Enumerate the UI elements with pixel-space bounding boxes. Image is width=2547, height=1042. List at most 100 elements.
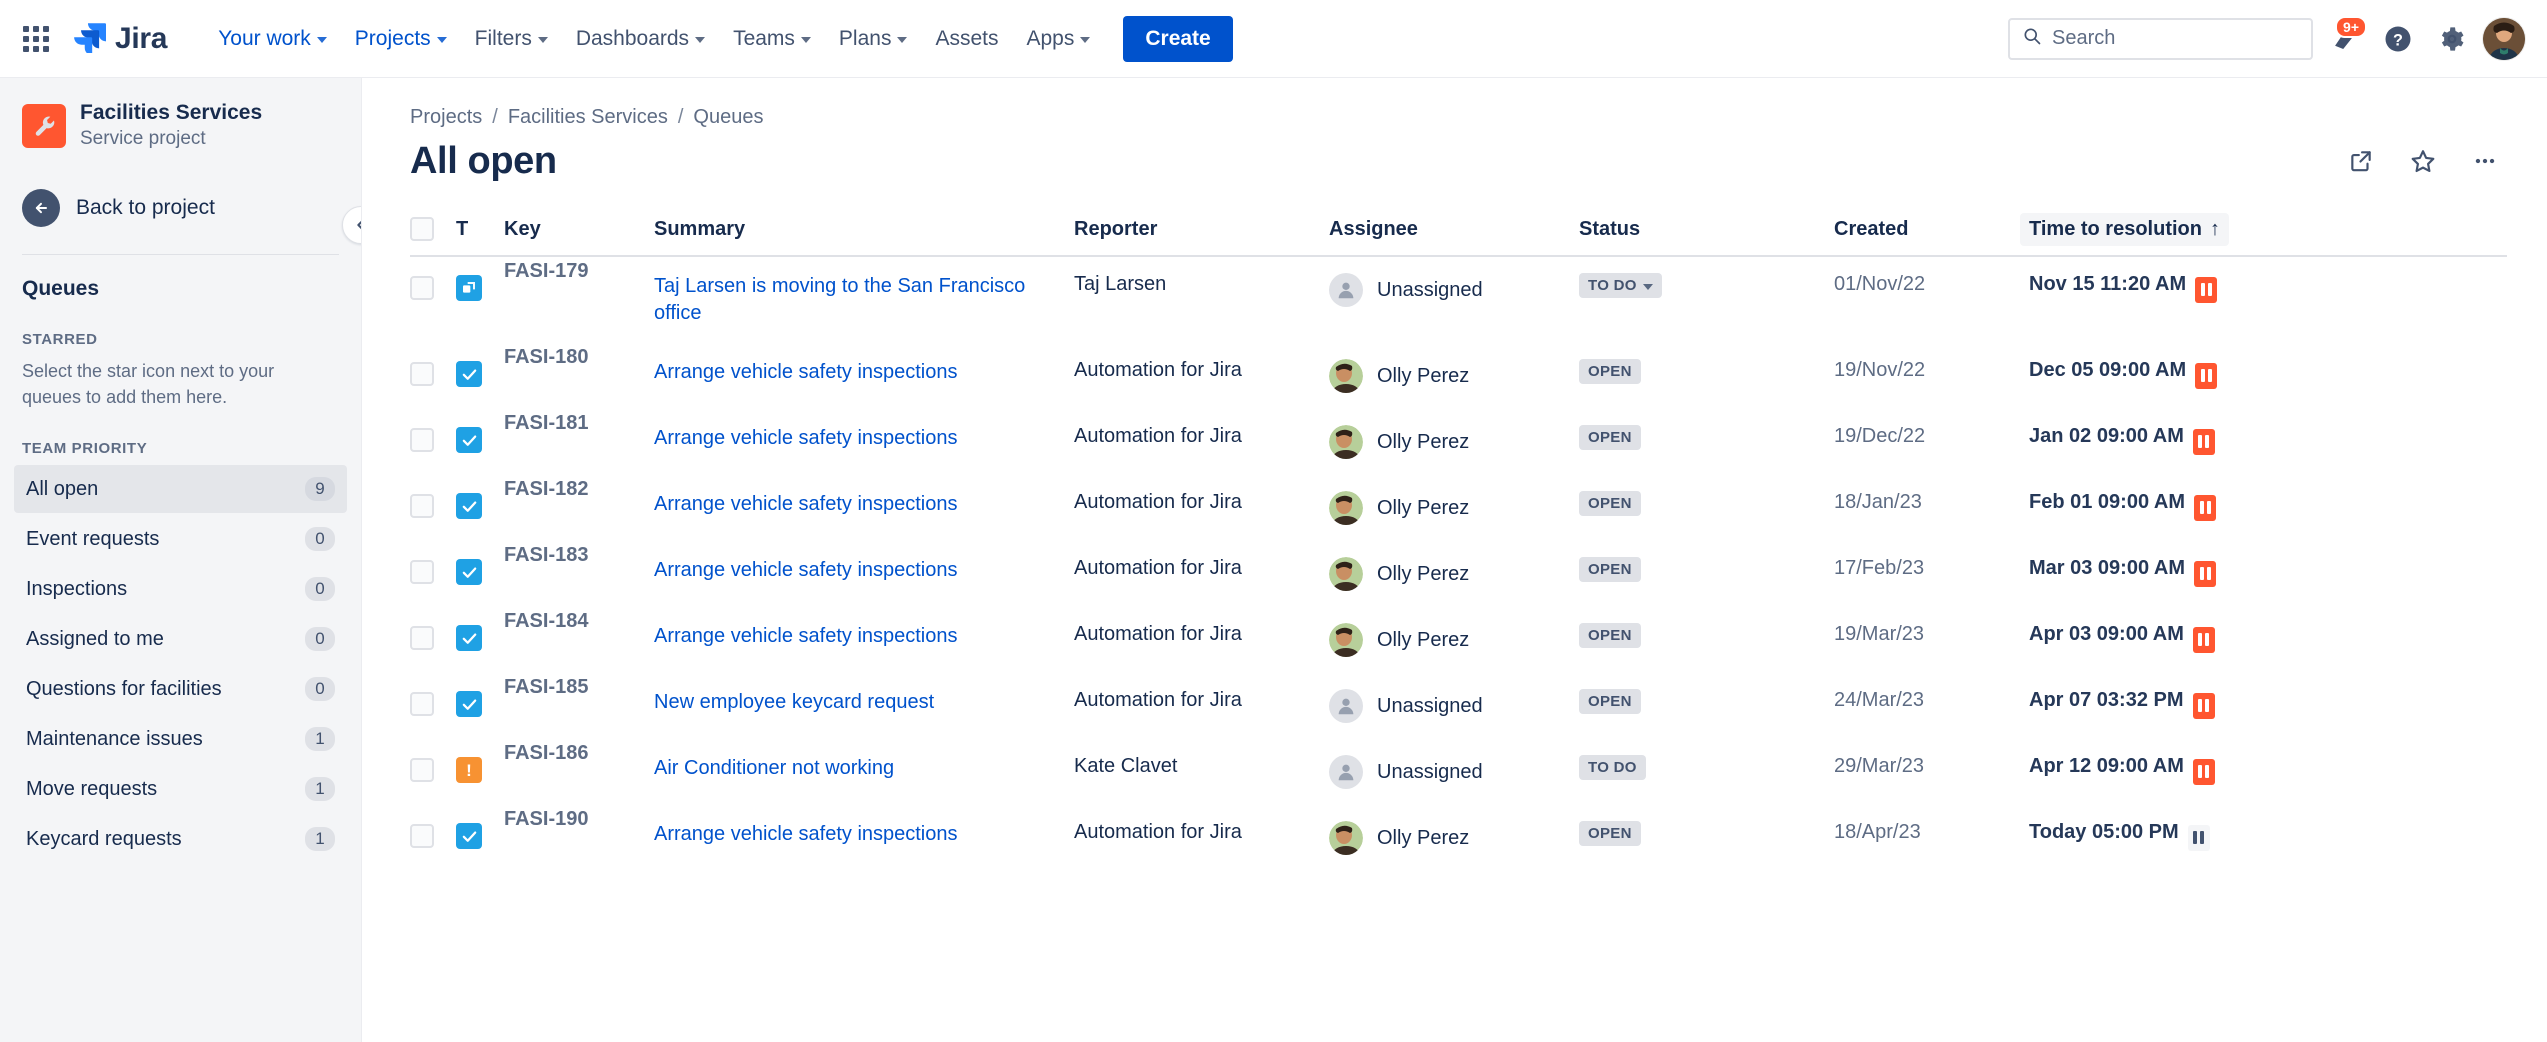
settings-button[interactable] [2429,16,2475,62]
row-status-cell: OPEN [1579,541,1834,607]
row-checkbox[interactable] [410,276,434,300]
column-header-assignee[interactable]: Assignee [1329,217,1579,256]
column-header-created[interactable]: Created [1834,217,2029,256]
row-checkbox[interactable] [410,692,434,716]
more-options-icon[interactable] [2463,139,2507,183]
row-created: 24/Mar/23 [1834,673,2029,739]
sidebar-item-questions-for-facilities[interactable]: Questions for facilities 0 [14,665,347,713]
status-badge[interactable]: OPEN [1579,557,1641,582]
sidebar-item-all-open[interactable]: All open 9 [14,465,347,513]
search-input[interactable] [2052,27,2299,50]
nav-item-projects[interactable]: Projects [342,19,460,59]
column-header-summary[interactable]: Summary [654,217,1074,256]
row-summary-link[interactable]: Arrange vehicle safety inspections [654,425,958,452]
column-header-status[interactable]: Status [1579,217,1834,256]
row-key[interactable]: FASI-186 [504,739,654,805]
row-key[interactable]: FASI-182 [504,475,654,541]
row-summary-link[interactable]: New employee keycard request [654,689,934,716]
row-key[interactable]: FASI-185 [504,673,654,739]
nav-item-plans[interactable]: Plans [826,19,921,59]
table-row[interactable]: FASI-183 Arrange vehicle safety inspecti… [410,541,2507,607]
status-badge[interactable]: OPEN [1579,821,1641,846]
main-content: Projects / Facilities Services / Queues … [362,78,2547,1042]
jira-logo-home-link[interactable]: Jira [72,19,167,58]
row-summary-link[interactable]: Arrange vehicle safety inspections [654,557,958,584]
row-summary-link[interactable]: Taj Larsen is moving to the San Francisc… [654,273,1074,327]
row-key[interactable]: FASI-183 [504,541,654,607]
status-badge[interactable]: OPEN [1579,359,1641,384]
row-summary-link[interactable]: Arrange vehicle safety inspections [654,359,958,386]
column-header-reporter[interactable]: Reporter [1074,217,1329,256]
status-label: TO DO [1588,759,1637,776]
table-row[interactable]: ! FASI-186 Air Conditioner not working K… [410,739,2507,805]
row-checkbox[interactable] [410,428,434,452]
search-box[interactable] [2008,18,2313,60]
table-row[interactable]: FASI-181 Arrange vehicle safety inspecti… [410,409,2507,475]
row-key[interactable]: FASI-190 [504,805,654,871]
row-assignee-name: Olly Perez [1377,629,1469,652]
queue-count: 1 [305,727,335,751]
breadcrumb-queues[interactable]: Queues [693,106,763,129]
status-badge[interactable]: OPEN [1579,623,1641,648]
nav-item-your-work[interactable]: Your work [205,19,340,59]
column-header-key[interactable]: Key [504,217,654,256]
app-switcher-icon[interactable] [18,21,54,57]
row-checkbox[interactable] [410,362,434,386]
project-header[interactable]: Facilities Services Service project [0,100,361,152]
sidebar-item-move-requests[interactable]: Move requests 1 [14,765,347,813]
row-checkbox[interactable] [410,824,434,848]
table-row[interactable]: FASI-179 Taj Larsen is moving to the San… [410,256,2507,343]
nav-item-apps[interactable]: Apps [1013,19,1103,59]
export-share-icon[interactable] [2339,139,2383,183]
status-badge[interactable]: OPEN [1579,425,1641,450]
nav-item-filters[interactable]: Filters [462,19,561,59]
table-row[interactable]: FASI-180 Arrange vehicle safety inspecti… [410,343,2507,409]
status-badge[interactable]: OPEN [1579,689,1641,714]
back-to-project-link[interactable]: Back to project [0,186,361,230]
table-row[interactable]: FASI-182 Arrange vehicle safety inspecti… [410,475,2507,541]
jira-logo-icon [72,19,106,58]
help-button[interactable]: ? [2375,16,2421,62]
status-badge[interactable]: TO DO [1579,273,1662,298]
row-checkbox[interactable] [410,494,434,518]
status-badge[interactable]: TO DO [1579,755,1646,780]
column-header-time-to-resolution[interactable]: Time to resolution ↑ [2029,217,2507,256]
create-button[interactable]: Create [1123,16,1232,62]
row-status-cell: OPEN [1579,607,1834,673]
row-summary-link[interactable]: Arrange vehicle safety inspections [654,821,958,848]
breadcrumb-projects[interactable]: Projects [410,106,482,129]
notifications-button[interactable]: 9+ [2321,16,2367,62]
column-header-type[interactable]: T [456,217,504,256]
sidebar-item-maintenance-issues[interactable]: Maintenance issues 1 [14,715,347,763]
nav-item-assets[interactable]: Assets [922,19,1011,59]
row-key[interactable]: FASI-184 [504,607,654,673]
nav-item-dashboards[interactable]: Dashboards [563,19,718,59]
row-checkbox[interactable] [410,626,434,650]
table-row[interactable]: FASI-184 Arrange vehicle safety inspecti… [410,607,2507,673]
table-row[interactable]: FASI-190 Arrange vehicle safety inspecti… [410,805,2507,871]
breadcrumb-facilities-services[interactable]: Facilities Services [508,106,668,129]
row-key[interactable]: FASI-179 [504,256,654,343]
status-badge[interactable]: OPEN [1579,491,1641,516]
row-checkbox[interactable] [410,758,434,782]
row-summary-link[interactable]: Arrange vehicle safety inspections [654,491,958,518]
move-request-icon [456,275,482,301]
star-icon[interactable] [2401,139,2445,183]
sidebar-item-event-requests[interactable]: Event requests 0 [14,515,347,563]
row-checkbox[interactable] [410,560,434,584]
sidebar-item-inspections[interactable]: Inspections 0 [14,565,347,613]
row-key[interactable]: FASI-181 [504,409,654,475]
row-key[interactable]: FASI-180 [504,343,654,409]
select-all-checkbox[interactable] [410,217,434,241]
sidebar-item-keycard-requests[interactable]: Keycard requests 1 [14,815,347,863]
user-avatar[interactable] [2483,18,2525,60]
row-summary-link[interactable]: Arrange vehicle safety inspections [654,623,958,650]
row-select-cell [410,673,456,739]
sidebar-item-assigned-to-me[interactable]: Assigned to me 0 [14,615,347,663]
table-row[interactable]: FASI-185 New employee keycard request Au… [410,673,2507,739]
row-summary-link[interactable]: Air Conditioner not working [654,755,894,782]
breadcrumb-separator: / [678,106,684,129]
queues-section-title: Queues [0,255,361,301]
row-assignee-name: Unassigned [1377,761,1483,784]
nav-item-teams[interactable]: Teams [720,19,824,59]
